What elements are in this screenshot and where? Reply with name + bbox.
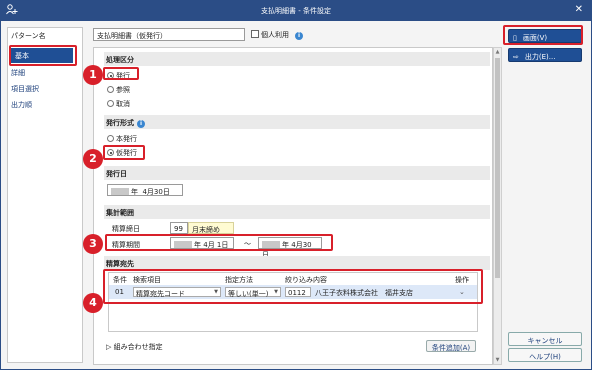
condition-settings-window: 支払明細書 - 条件設定 ✕ パターン名 基本 詳細 項目選択 出力順 支払明細… xyxy=(0,0,592,370)
issue-date-input[interactable]: 年 4月30日 xyxy=(107,184,183,196)
radio-final-issue[interactable]: 本発行 xyxy=(107,134,137,144)
info-icon[interactable]: i xyxy=(295,32,303,40)
close-icon[interactable]: ✕ xyxy=(575,4,583,15)
highlight-destination-row xyxy=(103,269,483,304)
pattern-name-input[interactable]: 支払明細書（仮発行） xyxy=(93,28,245,41)
month-day: 4月30日 xyxy=(142,188,170,196)
chevron-right-icon: ▷ xyxy=(106,343,112,351)
section-destination: 精算宛先 xyxy=(104,256,490,270)
highlight-screen-button xyxy=(503,25,583,45)
output-label: 出力(E)... xyxy=(524,53,556,61)
radio-dot[interactable] xyxy=(107,135,114,142)
callout-2: 2 xyxy=(83,149,103,169)
sidebar-item-output-order[interactable]: 出力順 xyxy=(11,100,32,110)
callout-4: 4 xyxy=(83,293,103,313)
cancel-button[interactable]: キャンセル xyxy=(508,332,582,346)
radio-dot[interactable] xyxy=(107,86,114,93)
callout-3: 3 xyxy=(83,234,103,254)
section-issue-type: 発行形式 i xyxy=(104,115,490,129)
radio-label: 本発行 xyxy=(116,135,137,143)
info-icon[interactable]: i xyxy=(137,120,145,128)
radio-cancel[interactable]: 取消 xyxy=(107,99,130,109)
highlight-period xyxy=(105,234,333,251)
personal-use-label: 個人利用 xyxy=(261,31,289,39)
highlight-basic-tab xyxy=(9,45,77,66)
closing-day-input[interactable]: 99 xyxy=(170,222,188,234)
export-icon: ⇨ xyxy=(513,53,519,61)
highlight-issue-radio xyxy=(103,67,139,80)
checkbox-box[interactable] xyxy=(251,30,259,38)
year-suffix: 年 xyxy=(131,188,138,196)
section-issue-date: 発行日 xyxy=(104,166,490,180)
highlight-provisional-radio xyxy=(103,145,145,160)
personal-use-checkbox[interactable]: 個人利用 i xyxy=(251,30,303,40)
closing-day-label: 精算締日 xyxy=(112,225,140,233)
vertical-scrollbar[interactable]: ▲ ▼ xyxy=(493,47,502,365)
help-button[interactable]: ヘルプ(H) xyxy=(508,348,582,362)
settings-panel: 処理区分 発行 参照 取消 発行形式 i 本発行 仮発行 発行日 年 4月30日 … xyxy=(93,47,493,365)
callout-1: 1 xyxy=(83,65,103,85)
section-aggregation: 集計範囲 xyxy=(104,205,490,219)
scroll-down-icon[interactable]: ▼ xyxy=(494,357,501,363)
add-condition-button[interactable]: 条件追加(A) xyxy=(426,340,476,352)
combo-label: 組み合わせ指定 xyxy=(113,343,163,351)
section-processing: 処理区分 xyxy=(104,52,490,66)
output-button[interactable]: ⇨ 出力(E)... xyxy=(508,48,582,62)
window-title: 支払明細書 - 条件設定 xyxy=(261,7,331,15)
radio-reference[interactable]: 参照 xyxy=(107,85,130,95)
scroll-up-icon[interactable]: ▲ xyxy=(494,49,501,55)
pattern-name-label: パターン名 xyxy=(11,32,46,40)
title-bar: 支払明細書 - 条件設定 ✕ xyxy=(1,1,591,21)
scroll-thumb[interactable] xyxy=(495,58,500,278)
sidebar-item-item-select[interactable]: 項目選択 xyxy=(11,84,39,94)
radio-label: 参照 xyxy=(116,86,130,94)
radio-dot[interactable] xyxy=(107,100,114,107)
closing-day-text: 月末締め xyxy=(188,222,234,234)
redacted-year xyxy=(111,188,129,195)
combination-toggle[interactable]: ▷ 組み合わせ指定 xyxy=(106,342,163,352)
sidebar-item-detail[interactable]: 詳細 xyxy=(11,68,25,78)
radio-label: 取消 xyxy=(116,100,130,108)
